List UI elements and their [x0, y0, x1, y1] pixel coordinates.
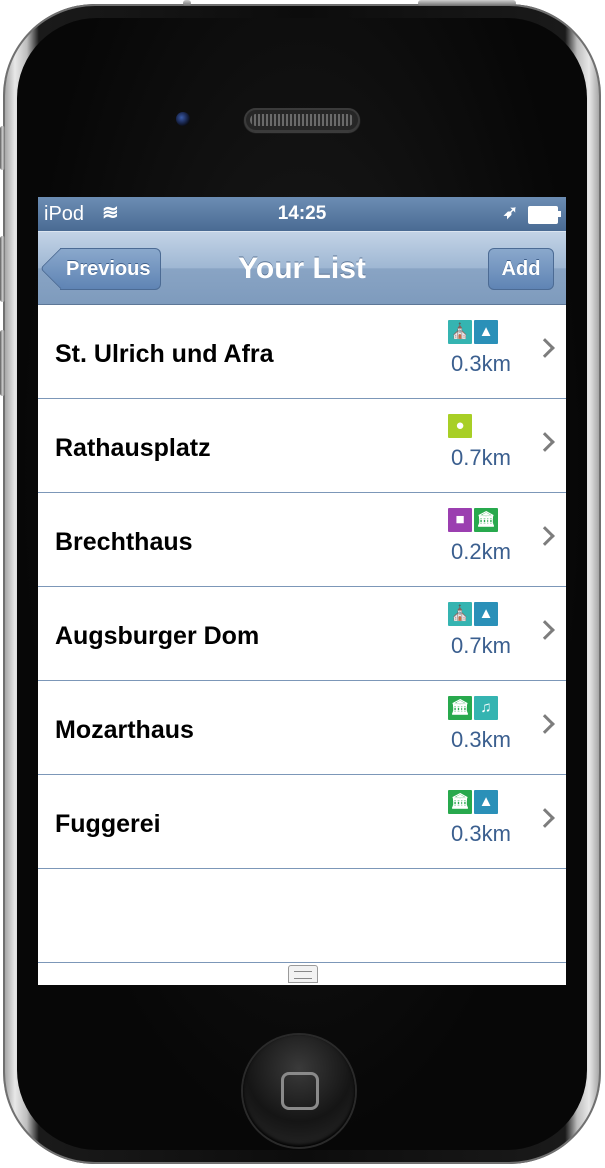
place-name: Mozarthaus [55, 716, 194, 744]
museum-icon: 🏛 [474, 508, 498, 532]
place-distance: 0.7km [451, 633, 511, 658]
list-item[interactable]: Rathausplatz ● 0.7km [38, 399, 566, 493]
place-distance: 0.2km [451, 539, 511, 564]
status-clock: 14:25 [277, 203, 327, 224]
list-item[interactable]: Brechthaus ■ 🏛 0.2km [38, 493, 566, 587]
category-icons: ⛪ ▲ [448, 320, 500, 344]
list-item[interactable]: Mozarthaus 🏛 ♫ 0.3km [38, 681, 566, 775]
drawer-handle-icon[interactable] [288, 965, 318, 983]
book-icon: ■ [448, 508, 472, 532]
top-edge-detail [183, 0, 191, 6]
earpiece-speaker [244, 108, 360, 132]
volume-up-button[interactable] [0, 236, 5, 302]
home-square-icon [281, 1072, 319, 1110]
home-button[interactable] [243, 1035, 355, 1147]
landmark-icon: ▲ [474, 320, 498, 344]
place-distance: 0.3km [451, 821, 511, 846]
chevron-right-icon [535, 432, 555, 452]
place-name: Fuggerei [55, 810, 161, 838]
chevron-right-icon [535, 338, 555, 358]
list-item[interactable]: St. Ulrich und Afra ⛪ ▲ 0.3km [38, 305, 566, 399]
battery-icon [528, 206, 561, 224]
chevron-right-icon [535, 620, 555, 640]
place-distance: 0.7km [451, 445, 511, 470]
church-icon: ⛪ [448, 320, 472, 344]
status-bar: iPod ≋ 14:25 ➶ [38, 197, 566, 231]
chevron-right-icon [535, 808, 555, 828]
landmark-icon: ▲ [474, 602, 498, 626]
place-name: Augsburger Dom [55, 622, 260, 650]
sleep-wake-button[interactable] [418, 0, 516, 6]
app-screen: iPod ≋ 14:25 ➶ Previous Your List Add St… [38, 197, 566, 985]
place-distance: 0.3km [451, 727, 511, 752]
add-button[interactable]: Add [488, 248, 554, 290]
chevron-right-icon [535, 714, 555, 734]
chevron-right-icon [535, 526, 555, 546]
category-icons: ● [448, 414, 474, 438]
empty-list-row [38, 869, 566, 963]
location-arrow-icon: ➶ [502, 202, 518, 222]
front-camera [176, 112, 190, 126]
place-name: Rathausplatz [55, 434, 211, 462]
place-distance: 0.3km [451, 351, 511, 376]
museum-icon: 🏛 [448, 790, 472, 814]
music-icon: ♫ [474, 696, 498, 720]
list-item[interactable]: Augsburger Dom ⛪ ▲ 0.7km [38, 587, 566, 681]
list-item[interactable]: Fuggerei 🏛 ▲ 0.3km [38, 775, 566, 869]
mute-switch[interactable] [0, 126, 5, 170]
category-icons: 🏛 ♫ [448, 696, 500, 720]
places-list: St. Ulrich und Afra ⛪ ▲ 0.3km Rathausplatz ● 0… [38, 305, 566, 869]
category-icons: ■ 🏛 [448, 508, 500, 532]
category-icons: 🏛 ▲ [448, 790, 500, 814]
page-title: Your List [238, 252, 366, 285]
museum-icon: 🏛 [448, 696, 472, 720]
location-pin-icon: ● [448, 414, 472, 438]
landmark-icon: ▲ [474, 790, 498, 814]
church-icon: ⛪ [448, 602, 472, 626]
place-name: St. Ulrich und Afra [55, 340, 274, 368]
place-name: Brechthaus [55, 528, 193, 556]
navigation-bar: Previous Your List Add [38, 231, 566, 305]
volume-down-button[interactable] [0, 330, 5, 396]
category-icons: ⛪ ▲ [448, 602, 500, 626]
